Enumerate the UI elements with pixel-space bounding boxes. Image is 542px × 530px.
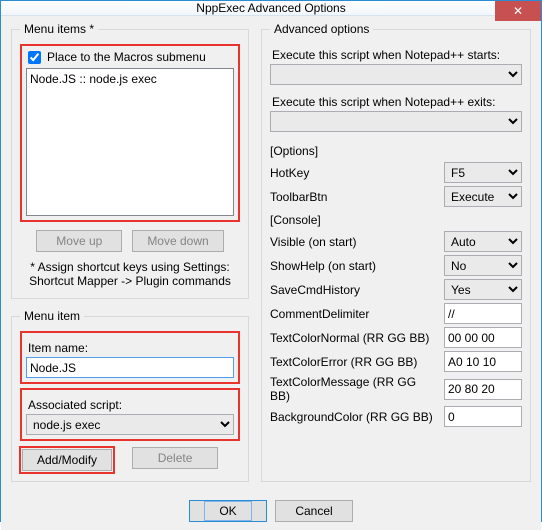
showhelp-select[interactable]: No [444, 255, 522, 276]
backgroundcolor-label: BackgroundColor (RR GG BB) [270, 410, 438, 424]
menu-item-legend: Menu item [20, 309, 84, 323]
place-macros-checkbox-label[interactable]: Place to the Macros submenu [28, 50, 234, 64]
backgroundcolor-input[interactable] [444, 406, 522, 427]
commentdelim-input[interactable] [444, 303, 522, 324]
hotkey-label: HotKey [270, 166, 438, 180]
close-button[interactable]: ✕ [495, 1, 541, 21]
titlebar[interactable]: NppExec Advanced Options ✕ [1, 1, 541, 16]
exec-start-label: Execute this script when Notepad++ start… [272, 48, 522, 62]
menu-items-legend: Menu items * [20, 22, 98, 36]
menu-item-group: Menu item Item name: Associated script: … [11, 309, 249, 482]
add-modify-button[interactable]: Add/Modify [22, 449, 112, 471]
textcolornormal-label: TextColorNormal (RR GG BB) [270, 331, 438, 345]
hotkey-select[interactable]: F5 [444, 162, 522, 183]
savecmd-select[interactable]: Yes [444, 279, 522, 300]
content-area: Menu items * Place to the Macros submenu… [1, 16, 541, 530]
associated-script-label: Associated script: [28, 398, 234, 412]
ok-button[interactable]: OK [189, 500, 267, 522]
textcolormessage-input[interactable] [444, 379, 522, 400]
commentdelim-label: CommentDelimiter [270, 307, 438, 321]
options-header: [Options] [270, 144, 522, 158]
visible-select[interactable]: Auto [444, 231, 522, 252]
place-macros-checkbox[interactable] [28, 51, 41, 64]
textcolorerror-input[interactable] [444, 351, 522, 372]
textcolormessage-label: TextColorMessage (RR GG BB) [270, 375, 438, 403]
close-icon: ✕ [513, 4, 523, 18]
associated-script-select[interactable]: node.js exec [26, 414, 234, 435]
showhelp-label: ShowHelp (on start) [270, 259, 438, 273]
advanced-options-legend: Advanced options [270, 22, 373, 36]
savecmd-label: SaveCmdHistory [270, 283, 438, 297]
exec-start-select[interactable] [270, 64, 522, 85]
console-header: [Console] [270, 213, 522, 227]
advanced-options-group: Advanced options Execute this script whe… [261, 22, 531, 482]
list-item[interactable]: Node.JS :: node.js exec [30, 71, 230, 87]
item-name-input[interactable] [26, 357, 234, 378]
dialog-window: NppExec Advanced Options ✕ Menu items * … [0, 0, 542, 522]
cancel-button[interactable]: Cancel [275, 500, 353, 522]
textcolorerror-label: TextColorError (RR GG BB) [270, 355, 438, 369]
delete-button[interactable]: Delete [132, 447, 218, 469]
toolbarbtn-select[interactable]: Execute [444, 186, 522, 207]
dialog-button-row: OK Cancel [11, 492, 531, 524]
toolbarbtn-label: ToolbarBtn [270, 190, 438, 204]
move-up-button[interactable]: Move up [36, 230, 122, 252]
menu-items-group: Menu items * Place to the Macros submenu… [11, 22, 249, 299]
item-name-label: Item name: [28, 341, 234, 355]
move-down-button[interactable]: Move down [132, 230, 223, 252]
place-macros-text: Place to the Macros submenu [47, 50, 206, 64]
menu-items-listbox[interactable]: Node.JS :: node.js exec [26, 68, 234, 216]
shortcut-hint: * Assign shortcut keys using Settings: S… [24, 260, 236, 288]
textcolornormal-input[interactable] [444, 327, 522, 348]
exec-exit-select[interactable] [270, 111, 522, 132]
visible-label: Visible (on start) [270, 235, 438, 249]
window-title: NppExec Advanced Options [196, 1, 345, 15]
exec-exit-label: Execute this script when Notepad++ exits… [272, 95, 522, 109]
